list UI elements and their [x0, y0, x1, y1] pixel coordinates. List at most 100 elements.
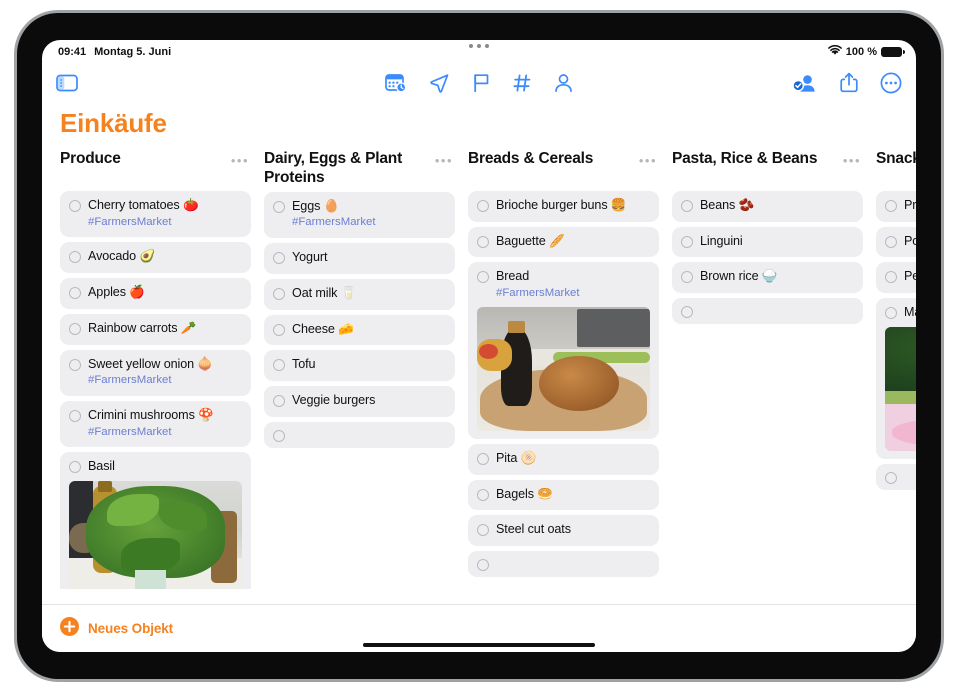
- list-item[interactable]: Oat milk 🥛: [264, 278, 455, 310]
- column-menu-icon[interactable]: •••: [435, 149, 453, 167]
- macaron-photo[interactable]: [885, 326, 916, 451]
- checkbox-circle-icon[interactable]: [69, 200, 81, 212]
- column-title: Dairy, Eggs & Plant Proteins: [264, 150, 403, 187]
- checkbox-circle-icon[interactable]: [69, 358, 81, 371]
- list-item-tag[interactable]: #FarmersMarket: [496, 287, 650, 301]
- list-item[interactable]: Baguette 🥖: [468, 226, 659, 258]
- list-item[interactable]: Sweet yellow onion 🧅 #FarmersMarket: [60, 349, 251, 397]
- empty-list-item[interactable]: [672, 298, 863, 325]
- column-menu-icon[interactable]: •••: [231, 149, 249, 167]
- checkbox-circle-icon[interactable]: [69, 461, 81, 474]
- multitask-dots[interactable]: [469, 44, 489, 48]
- list-item-label: Veggie burgers: [292, 393, 376, 408]
- column-menu-icon[interactable]: •••: [843, 149, 861, 167]
- checkbox-circle-icon[interactable]: [477, 200, 489, 212]
- location-arrow-icon[interactable]: [429, 73, 450, 98]
- checkbox-circle-icon[interactable]: [477, 235, 489, 248]
- checkbox-circle-icon[interactable]: [885, 235, 897, 248]
- hashtag-icon[interactable]: [513, 73, 532, 98]
- board-column[interactable]: Snacks & Ca••• Pretzels 🥨 Popcorn 🍿 Peanuts…: [876, 149, 916, 589]
- basil-photo[interactable]: [69, 481, 242, 589]
- list-item[interactable]: Brioche burger buns 🍔: [468, 191, 659, 222]
- list-item-row: Brown rice 🍚: [681, 269, 854, 285]
- board-column[interactable]: Dairy, Eggs & Plant Proteins ••• Eggs 🥚 #Fa…: [264, 149, 455, 589]
- checkbox-circle-icon[interactable]: [273, 200, 285, 213]
- list-item[interactable]: Tofu: [264, 350, 455, 382]
- more-circle-icon[interactable]: [880, 72, 902, 99]
- checkbox-circle-icon[interactable]: [273, 323, 285, 336]
- empty-list-item[interactable]: [264, 421, 455, 448]
- checkbox-circle-icon[interactable]: [681, 306, 693, 319]
- list-item[interactable]: Linguini: [672, 226, 863, 258]
- list-item[interactable]: Cherry tomatoes 🍅 #FarmersMarket: [60, 191, 251, 238]
- status-bar: 09:41 Montag 5. Juni 100 %: [42, 40, 916, 64]
- reminder-date-icon[interactable]: [385, 73, 407, 98]
- list-item[interactable]: Bagels 🥯: [468, 479, 659, 511]
- checkbox-circle-icon[interactable]: [885, 471, 897, 484]
- person-icon[interactable]: [554, 73, 573, 98]
- list-item-label: Beans 🫘: [700, 198, 755, 212]
- checkbox-circle-icon[interactable]: [477, 524, 489, 537]
- list-item[interactable]: Veggie burgers: [264, 386, 455, 417]
- checkbox-circle-icon[interactable]: [69, 322, 81, 335]
- checkbox-circle-icon[interactable]: [681, 271, 693, 284]
- list-item-tag[interactable]: #FarmersMarket: [88, 216, 242, 230]
- checkbox-circle-icon[interactable]: [885, 200, 897, 212]
- board-column[interactable]: Breads & Cereals ••• Brioche burger buns 🍔…: [468, 149, 659, 589]
- board-column[interactable]: Pasta, Rice & Beans ••• Beans 🫘 Linguini Bro…: [672, 149, 863, 589]
- checkbox-circle-icon[interactable]: [69, 287, 81, 300]
- checkbox-circle-icon[interactable]: [273, 429, 285, 442]
- list-item[interactable]: Crimini mushrooms 🍄 #FarmersMarket: [60, 401, 251, 448]
- checkbox-circle-icon[interactable]: [273, 252, 285, 265]
- list-item[interactable]: Apples 🍎: [60, 278, 251, 309]
- checkbox-circle-icon[interactable]: [477, 271, 489, 284]
- checkbox-circle-icon[interactable]: [273, 395, 285, 408]
- bread-photo[interactable]: [477, 306, 650, 431]
- list-item[interactable]: Beans 🫘: [672, 191, 863, 222]
- list-item[interactable]: Basil: [60, 452, 251, 589]
- checkbox-circle-icon[interactable]: [273, 287, 285, 300]
- list-item-tag[interactable]: #FarmersMarket: [88, 426, 242, 440]
- list-item[interactable]: Bread #FarmersMarket: [468, 262, 659, 439]
- checkbox-circle-icon[interactable]: [885, 307, 897, 320]
- list-item-tag[interactable]: #FarmersMarket: [88, 374, 242, 388]
- checkbox-circle-icon[interactable]: [885, 271, 897, 284]
- list-item-tag[interactable]: #FarmersMarket: [292, 216, 446, 230]
- list-item[interactable]: Yogurt: [264, 243, 455, 274]
- list-item[interactable]: Pita 🫓: [468, 443, 659, 475]
- checkbox-circle-icon[interactable]: [69, 410, 81, 423]
- list-item[interactable]: Popcorn 🍿: [876, 226, 916, 258]
- list-item[interactable]: Eggs 🥚 #FarmersMarket: [264, 191, 455, 239]
- shared-person-check-icon[interactable]: [792, 73, 818, 98]
- list-item[interactable]: Steel cut oats: [468, 515, 659, 547]
- flag-icon[interactable]: [472, 73, 491, 98]
- list-item-row: Pretzels 🥨: [885, 198, 916, 214]
- board-column[interactable]: Produce ••• Cherry tomatoes 🍅 #FarmersMarke…: [60, 149, 251, 589]
- checkbox-circle-icon[interactable]: [681, 235, 693, 248]
- checkbox-circle-icon[interactable]: [477, 559, 489, 572]
- device-screen: 09:41 Montag 5. Juni 100 % Einkäufe Prod…: [42, 40, 916, 652]
- column-header: Snacks & Ca•••: [876, 149, 916, 187]
- checkbox-circle-icon[interactable]: [477, 452, 489, 465]
- empty-list-item[interactable]: [468, 551, 659, 578]
- list-item-row: Rainbow carrots 🥕: [69, 321, 242, 337]
- column-menu-icon[interactable]: •••: [639, 149, 657, 167]
- sidebar-toggle-icon[interactable]: [56, 74, 78, 97]
- list-item[interactable]: Macarons: [876, 298, 916, 459]
- list-item[interactable]: Avocado 🥑: [60, 242, 251, 274]
- checkbox-circle-icon[interactable]: [273, 359, 285, 372]
- list-item-row: [273, 429, 446, 442]
- board-columns-container[interactable]: Produce ••• Cherry tomatoes 🍅 #FarmersMarke…: [42, 149, 916, 589]
- list-item[interactable]: Brown rice 🍚: [672, 262, 863, 294]
- list-item[interactable]: Cheese 🧀: [264, 314, 455, 346]
- home-indicator[interactable]: [363, 643, 595, 647]
- list-item[interactable]: Rainbow carrots 🥕: [60, 313, 251, 345]
- empty-list-item[interactable]: [876, 463, 916, 490]
- checkbox-circle-icon[interactable]: [681, 200, 693, 212]
- checkbox-circle-icon[interactable]: [477, 488, 489, 501]
- share-icon[interactable]: [840, 72, 858, 98]
- list-item[interactable]: Pretzels 🥨: [876, 191, 916, 222]
- checkbox-circle-icon[interactable]: [69, 251, 81, 264]
- list-item[interactable]: Peanuts 🥜: [876, 262, 916, 294]
- multitask-dot: [477, 44, 481, 48]
